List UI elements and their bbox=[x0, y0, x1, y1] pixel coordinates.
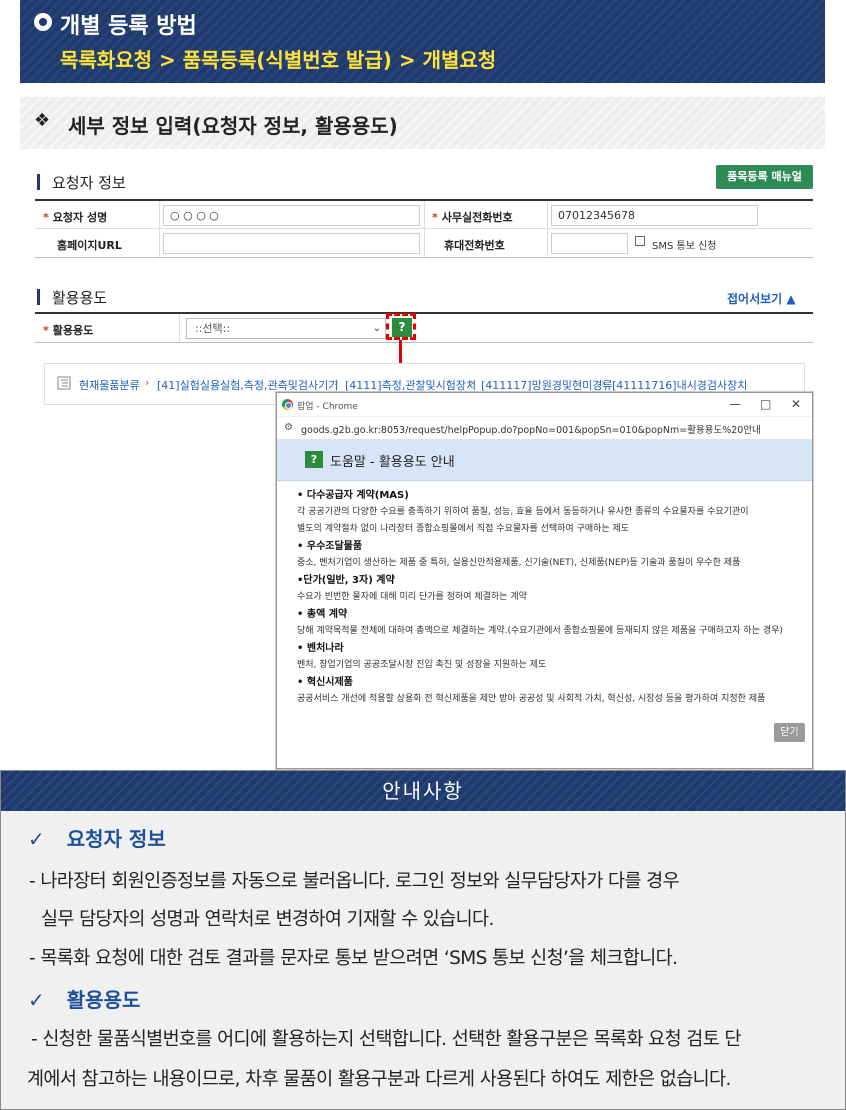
requester-heading: 요청자 정보 bbox=[37, 172, 126, 193]
help-popup-window: 팝업 - Chrome — □ ✕ ⚙ goods.g2b.go.kr:8053… bbox=[276, 392, 813, 769]
usage-description: 각 공공기관의 다양한 수요를 충족하기 위하여 품질, 성능, 효율 등에서 … bbox=[297, 507, 749, 517]
site-settings-icon[interactable]: ⚙ bbox=[284, 422, 293, 433]
usage-term: • 총액 계약 bbox=[297, 609, 348, 620]
office-phone-input[interactable]: 07012345678 bbox=[551, 205, 758, 226]
office-phone-label: * 사무실전화번호 bbox=[432, 209, 513, 225]
usage-description: 공공서비스 개선에 적용할 상용화 전 혁신제품을 제안 받아 공공성 및 사회… bbox=[297, 694, 766, 704]
homepage-input[interactable] bbox=[163, 233, 420, 254]
usage-term: • 혁신시제품 bbox=[297, 677, 353, 688]
notice-usage-title-text: 활용용도 bbox=[66, 988, 141, 1012]
breadcrumb-item[interactable]: [41111716]내시경검사장치 bbox=[612, 377, 747, 393]
usage-description: 수요가 빈번한 물자에 대해 미리 단가를 정하여 체결하는 계약 bbox=[297, 592, 527, 602]
usage-term: • 우수조달물품 bbox=[297, 541, 363, 552]
notice-requester-title: ✓ 요청자 정보 bbox=[28, 823, 166, 852]
check-icon: ✓ bbox=[28, 827, 45, 851]
manual-button[interactable]: 품목등록 매뉴얼 bbox=[716, 165, 813, 189]
form-row: * 활용용도 ::선택:: ⌄ bbox=[35, 314, 813, 342]
usage-description: 당해 계약목적물 전체에 대하여 총액으로 체결하는 계약.(수요기관에서 종합… bbox=[297, 626, 783, 636]
popup-content: • 다수공급자 계약(MAS) 각 공공기관의 다양한 수요를 충족하기 위하여… bbox=[297, 487, 807, 708]
breadcrumb-item[interactable]: 현재물품분류 bbox=[79, 377, 140, 393]
form-row: 홈페이지URL 휴대전화번호 SMS 통보 신청 bbox=[35, 229, 813, 257]
notice-text-line: 계에서 참고하는 내용이므로, 차후 물품이 활용구분과 다르게 사용된다 하여… bbox=[27, 1069, 731, 1090]
divider bbox=[424, 201, 425, 228]
heading-marker bbox=[37, 174, 40, 190]
notice-text-line: - 목록화 요청에 대한 검토 결과를 문자로 통보 받으려면 ‘SMS 통보 … bbox=[29, 948, 678, 969]
url-text: goods.g2b.go.kr:8053/request/helpPopup.d… bbox=[301, 425, 761, 436]
usage-description: 중소, 벤처기업이 생산하는 제품 중 특허, 실용신안적용제품, 신기술(NE… bbox=[297, 558, 741, 568]
required-mark: * bbox=[43, 211, 49, 224]
popup-close-button[interactable]: 닫기 bbox=[774, 723, 805, 742]
close-window-button[interactable]: ✕ bbox=[791, 397, 801, 411]
notice-usage-title: ✓ 활용용도 bbox=[28, 984, 140, 1013]
homepage-label: 홈페이지URL bbox=[57, 239, 122, 252]
usage-select[interactable]: ::선택:: ⌄ bbox=[186, 318, 386, 339]
sms-checkbox[interactable] bbox=[635, 236, 645, 246]
requester-form: * 요청자 성명 ○ ○ ○ ○ * 사무실전화번호 07012345678 홈페이… bbox=[35, 199, 813, 258]
office-phone-label-text: 사무실전화번호 bbox=[441, 211, 513, 224]
notice-text-line: - 나라장터 회원인증정보를 자동으로 불러옵니다. 로그인 정보와 실무담당자… bbox=[29, 871, 680, 892]
usage-description: 별도의 계약절차 없이 나라장터 종합쇼핑몰에서 직접 수요물자를 선택하여 구… bbox=[297, 524, 630, 534]
address-bar[interactable]: ⚙ goods.g2b.go.kr:8053/request/helpPopup… bbox=[277, 417, 812, 439]
breadcrumb-item[interactable]: [411117]망원경및현미경류 bbox=[481, 377, 613, 393]
usage-term: • 다수공급자 계약(MAS) bbox=[297, 490, 409, 501]
name-label-text: 요청자 성명 bbox=[52, 211, 108, 224]
chevron-right-icon: › bbox=[145, 376, 150, 389]
divider bbox=[159, 229, 160, 257]
sms-checkbox-label: SMS 통보 신청 bbox=[652, 241, 717, 252]
chrome-logo-icon bbox=[282, 399, 293, 410]
check-icon: ✓ bbox=[28, 988, 45, 1012]
divider bbox=[179, 314, 180, 342]
chevron-right-icon: › bbox=[601, 376, 606, 389]
divider bbox=[547, 201, 548, 228]
usage-heading-label: 활용용도 bbox=[52, 289, 108, 307]
divider bbox=[159, 201, 160, 228]
requester-heading-label: 요청자 정보 bbox=[52, 174, 126, 192]
tree-list-icon bbox=[57, 376, 71, 390]
requester-name-input[interactable]: ○ ○ ○ ○ bbox=[163, 205, 420, 226]
usage-label: * 활용용도 bbox=[43, 322, 93, 338]
mobile-label: 휴대전화번호 bbox=[444, 239, 505, 252]
window-title-bar: 팝업 - Chrome — □ ✕ bbox=[277, 393, 812, 417]
section-heading: ❖ 세부 정보 입력(요청자 정보, 활용용도) bbox=[20, 97, 825, 149]
usage-select-value: ::선택:: bbox=[195, 322, 231, 335]
maximize-button[interactable]: □ bbox=[760, 397, 771, 411]
popup-title: 도움말 - 활용용도 안내 bbox=[330, 455, 455, 470]
collapse-link[interactable]: 접어서보기 ▲ bbox=[727, 290, 796, 307]
popup-header: ? 도움말 - 활용용도 안내 bbox=[277, 439, 812, 481]
window-title: 팝업 - Chrome bbox=[297, 402, 358, 412]
section-title: 세부 정보 입력(요청자 정보, 활용용도) bbox=[68, 114, 398, 138]
highlight-box bbox=[386, 313, 416, 340]
circle-bullet-icon bbox=[34, 13, 52, 31]
heading-marker bbox=[37, 289, 40, 305]
notice-text-line: 실무 담당자의 성명과 연락처로 변경하여 기재할 수 있습니다. bbox=[41, 909, 494, 930]
breadcrumb-item[interactable]: [41]실험실용실험,측정,관측및검사기기 bbox=[157, 377, 338, 393]
breadcrumb-item[interactable]: [4111]측정,관찰및시험장치 bbox=[345, 377, 476, 393]
minimize-button[interactable]: — bbox=[729, 397, 741, 411]
notice-panel: 안내사항 ✓ 요청자 정보 - 나라장터 회원인증정보를 자동으로 불러옵니다. … bbox=[0, 770, 846, 1110]
page-title: 개별 등록 방법 bbox=[60, 14, 197, 39]
chevron-right-icon: › bbox=[334, 376, 339, 389]
usage-term: •단가(일반, 3자) 계약 bbox=[297, 575, 395, 586]
usage-label-text: 활용용도 bbox=[52, 324, 94, 337]
notice-text-line: - 신청한 물품식별번호를 어디에 활용하는지 선택합니다. 선택한 활용구분은… bbox=[31, 1029, 741, 1050]
name-label: * 요청자 성명 bbox=[43, 209, 107, 225]
notice-requester-title-text: 요청자 정보 bbox=[66, 827, 166, 851]
diamond-bullet-icon: ❖ bbox=[34, 110, 51, 131]
mobile-input[interactable] bbox=[551, 233, 628, 254]
notice-heading: 안내사항 bbox=[1, 771, 845, 811]
top-header: 개별 등록 방법 목록화요청 > 품목등록(식별번호 발급) > 개별요청 bbox=[20, 0, 825, 83]
divider bbox=[424, 229, 425, 257]
usage-heading: 활용용도 bbox=[37, 287, 107, 308]
help-icon: ? bbox=[305, 451, 323, 468]
required-mark: * bbox=[43, 324, 49, 337]
required-mark: * bbox=[432, 211, 438, 224]
usage-form: * 활용용도 ::선택:: ⌄ bbox=[35, 312, 813, 343]
usage-description: 벤처, 창업기업의 공공조달시장 진입 촉진 및 성장을 지원하는 제도 bbox=[297, 660, 547, 670]
form-row: * 요청자 성명 ○ ○ ○ ○ * 사무실전화번호 07012345678 bbox=[35, 201, 813, 229]
navigation-path: 목록화요청 > 품목등록(식별번호 발급) > 개별요청 bbox=[60, 48, 497, 72]
usage-term: • 벤처나라 bbox=[297, 643, 344, 654]
chevron-down-icon: ⌄ bbox=[372, 323, 381, 334]
divider bbox=[547, 229, 548, 257]
chevron-right-icon: › bbox=[470, 376, 475, 389]
